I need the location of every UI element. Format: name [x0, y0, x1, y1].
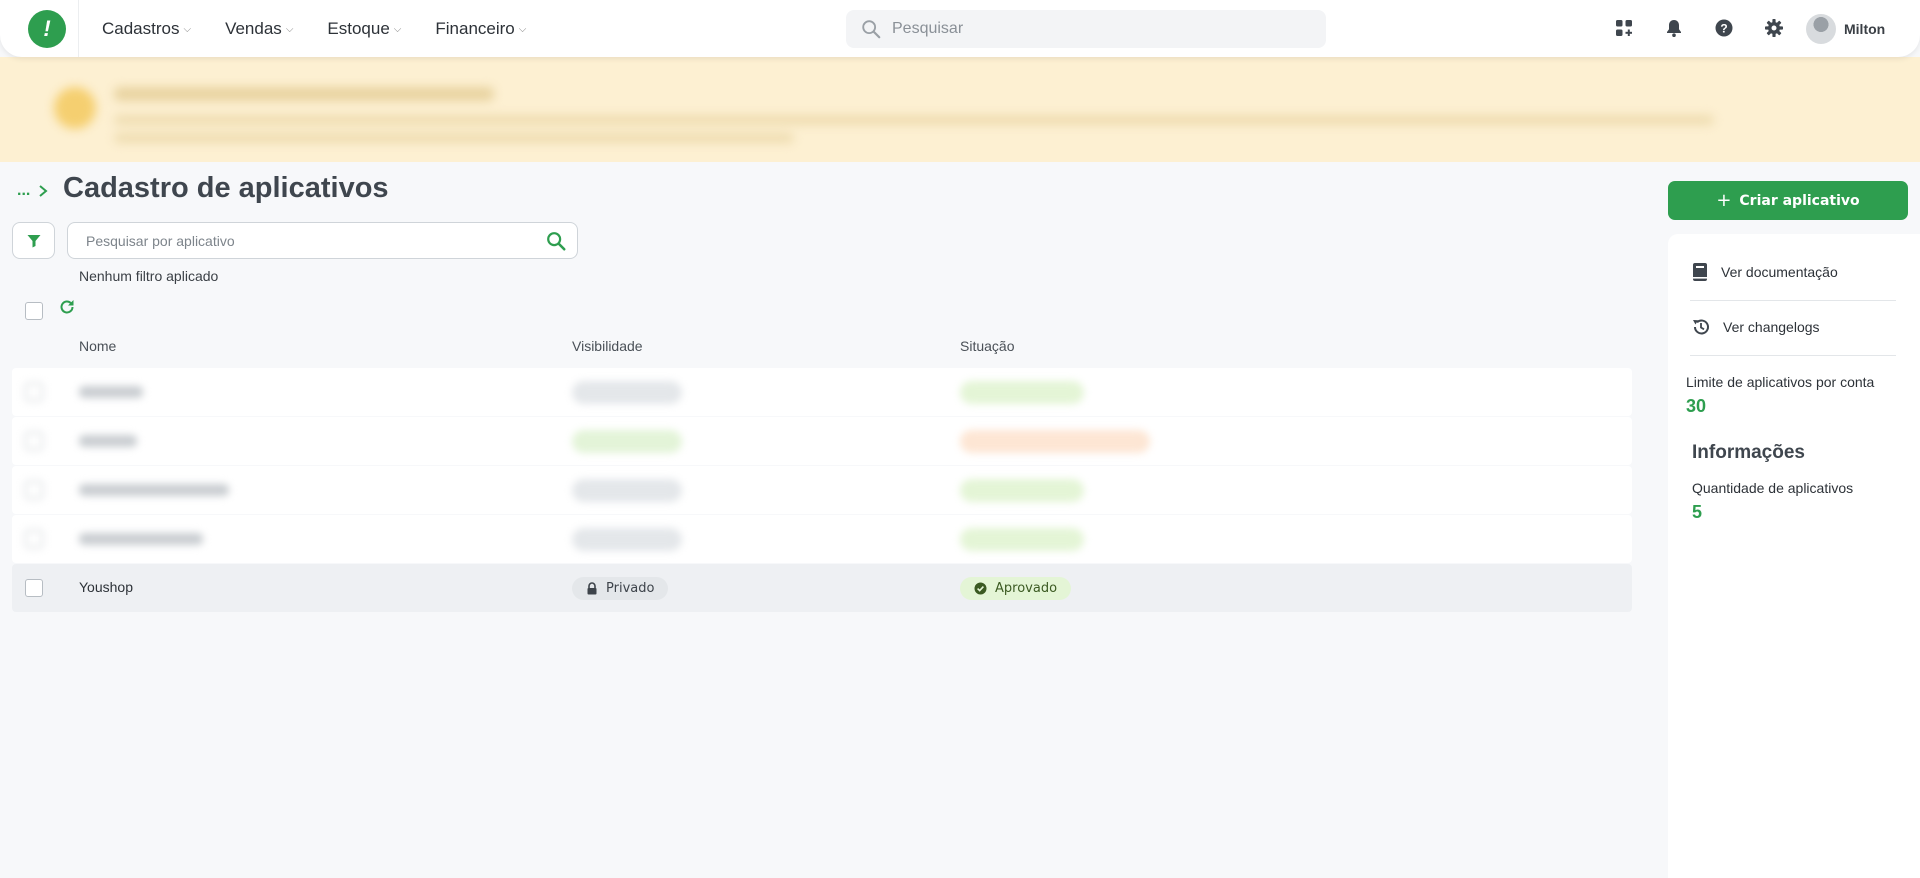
chevron-down-icon: ⌵: [183, 24, 192, 35]
table-row[interactable]: [12, 368, 1632, 416]
nav-label: Financeiro: [435, 18, 515, 38]
row-name: [79, 435, 137, 447]
filter-icon: [27, 234, 40, 247]
limit-value: 30: [1686, 396, 1707, 416]
nav-item-cadastros[interactable]: Cadastros ⌵: [102, 19, 191, 39]
changelogs-link-label: Ver changelogs: [1723, 319, 1820, 335]
nav-label: Estoque: [327, 18, 390, 38]
app-logo[interactable]: !: [28, 10, 66, 48]
filter-status: Nenhum filtro aplicado: [79, 268, 219, 284]
visibility-badge: [572, 479, 682, 502]
chevron-down-icon: ⌵: [393, 24, 402, 35]
row-checkbox[interactable]: [25, 530, 43, 548]
search-icon[interactable]: [545, 230, 567, 252]
divider: [1690, 300, 1896, 301]
row-name: [79, 533, 203, 545]
docs-link[interactable]: Ver documentação: [1691, 262, 1838, 282]
table-row[interactable]: Youshop Privado Aprovado: [12, 564, 1632, 612]
top-icons: ?: [1610, 14, 1788, 42]
status-badge: [960, 528, 1084, 551]
app-search-input[interactable]: [86, 232, 545, 249]
row-name: Youshop: [79, 579, 133, 595]
status-badge: [960, 430, 1150, 453]
visibility-badge: [572, 381, 682, 404]
divider: [78, 0, 79, 57]
row-checkbox[interactable]: [25, 432, 43, 450]
quantity-value: 5: [1692, 502, 1703, 522]
status-badge: Aprovado: [960, 577, 1072, 600]
status-badge: [960, 479, 1084, 502]
breadcrumb[interactable]: ...: [17, 182, 48, 200]
table-row[interactable]: [12, 417, 1632, 465]
plus-icon: +: [1716, 190, 1732, 211]
nav-item-vendas[interactable]: Vendas ⌵: [225, 19, 293, 39]
create-app-button[interactable]: + Criar aplicativo: [1668, 181, 1908, 220]
history-icon: [1693, 319, 1709, 335]
check-circle-icon: [974, 582, 987, 595]
warning-icon: [54, 87, 96, 129]
global-search: [846, 10, 1326, 48]
search-icon: [862, 20, 881, 39]
gear-icon[interactable]: [1760, 14, 1788, 42]
column-header-status[interactable]: Situação: [960, 338, 1014, 354]
limit-label: Limite de aplicativos por conta: [1686, 374, 1875, 390]
chevron-down-icon: ⌵: [285, 24, 294, 35]
visibility-badge: [572, 528, 682, 551]
chevron-right-icon: [39, 185, 48, 197]
status-badge: [960, 381, 1084, 404]
visibility-label: Privado: [606, 581, 655, 596]
avatar: [1806, 14, 1836, 44]
nav-item-financeiro[interactable]: Financeiro ⌵: [435, 19, 526, 39]
quantity-label: Quantidade de aplicativos: [1692, 480, 1854, 496]
changelogs-link[interactable]: Ver changelogs: [1691, 317, 1820, 337]
help-icon[interactable]: ?: [1710, 14, 1738, 42]
row-checkbox[interactable]: [25, 383, 43, 401]
column-header-visibility[interactable]: Visibilidade: [572, 338, 643, 354]
row-name: [79, 484, 229, 496]
row-checkbox[interactable]: [25, 579, 43, 597]
banner-text: [114, 115, 1714, 125]
select-all-checkbox[interactable]: [25, 302, 43, 320]
nav-label: Vendas: [225, 18, 282, 38]
visibility-badge: Privado: [572, 577, 669, 600]
row-name: [79, 386, 143, 398]
book-icon: [1693, 263, 1707, 281]
divider: [1690, 355, 1896, 356]
main-nav: Cadastros ⌵ Vendas ⌵ Estoque ⌵ Financeiro ⌵: [102, 0, 526, 57]
create-app-label: Criar aplicativo: [1739, 192, 1860, 209]
nav-item-estoque[interactable]: Estoque ⌵: [327, 19, 401, 39]
page-title: Cadastro de aplicativos: [63, 172, 389, 204]
docs-link-label: Ver documentação: [1721, 264, 1838, 280]
app-search: [67, 222, 578, 259]
svg-text:?: ?: [1720, 22, 1727, 36]
top-navbar: ! Cadastros ⌵ Vendas ⌵ Estoque ⌵ Financeiro…: [0, 0, 1920, 57]
table-row[interactable]: [12, 466, 1632, 514]
chevron-down-icon: ⌵: [518, 24, 527, 35]
filter-button[interactable]: [12, 222, 55, 259]
row-checkbox[interactable]: [25, 481, 43, 499]
sidebar-panel: Ver documentação Ver changelogs Limite d…: [1668, 234, 1920, 878]
breadcrumb-ellipsis[interactable]: ...: [17, 182, 30, 200]
nav-label: Cadastros: [102, 18, 180, 38]
info-title: Informações: [1692, 442, 1805, 463]
user-name: Milton: [1844, 21, 1886, 37]
bell-icon[interactable]: [1660, 14, 1688, 42]
banner-content: [40, 71, 1730, 149]
global-search-input[interactable]: [892, 20, 1292, 38]
refresh-icon[interactable]: [58, 298, 76, 316]
visibility-badge: [572, 430, 682, 453]
status-label: Aprovado: [995, 581, 1058, 596]
banner-text: [114, 133, 794, 143]
apps-icon[interactable]: [1610, 14, 1638, 42]
user-menu[interactable]: Milton: [1806, 14, 1885, 44]
banner-title: [114, 87, 494, 101]
notice-banner: [0, 57, 1920, 162]
lock-icon: [587, 582, 597, 595]
column-header-name[interactable]: Nome: [79, 338, 116, 354]
table-row[interactable]: [12, 515, 1632, 563]
